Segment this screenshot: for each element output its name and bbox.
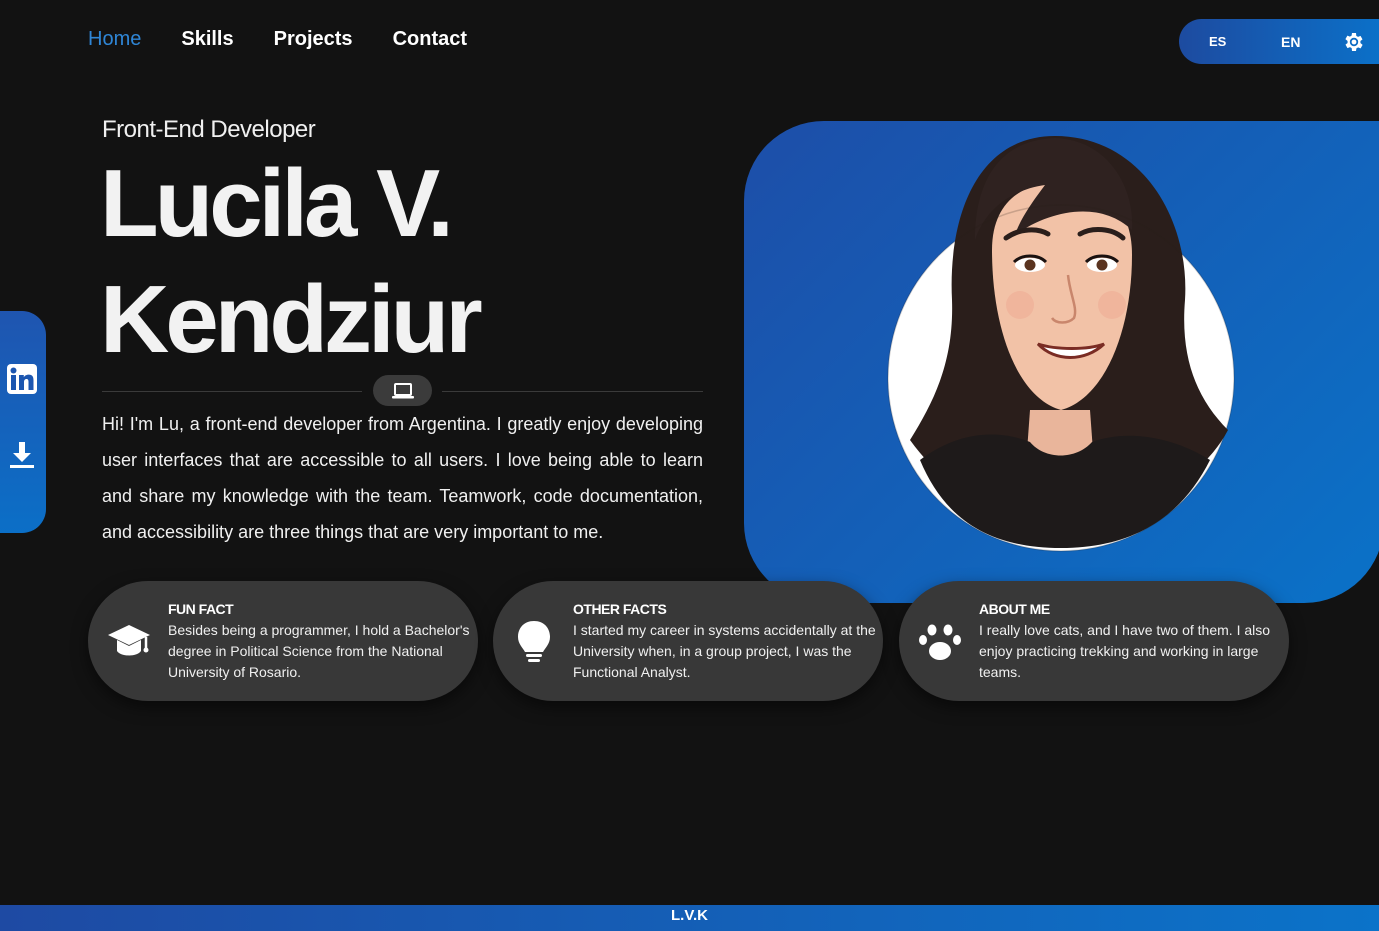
lang-en-button[interactable]: EN [1281, 34, 1300, 50]
nav-home[interactable]: Home [88, 28, 141, 51]
card-text: I really love cats, and I have two of th… [979, 622, 1271, 680]
card-title: ABOUT ME [979, 601, 1050, 617]
lang-es-button[interactable]: ES [1209, 34, 1226, 49]
divider-right [442, 391, 703, 392]
card-fun-fact: FUN FACT Besides being a programmer, I h… [88, 581, 478, 701]
divider-badge [373, 375, 432, 406]
social-sidebar [0, 311, 46, 533]
lightbulb-icon [518, 621, 550, 662]
card-other-facts: OTHER FACTS I started my career in syste… [493, 581, 883, 701]
graduation-cap-icon [108, 625, 150, 656]
card-title: OTHER FACTS [573, 601, 667, 617]
job-title: Front-End Developer [102, 116, 316, 143]
footer: L.V.K [0, 905, 1379, 931]
card-about-me: ABOUT ME I really love cats, and I have … [899, 581, 1289, 701]
avatar [887, 136, 1235, 552]
paw-icon [919, 624, 961, 660]
divider-left [102, 391, 362, 392]
gear-icon[interactable] [1341, 30, 1365, 54]
download-icon[interactable] [6, 439, 38, 471]
card-text: Besides being a programmer, I hold a Bac… [168, 622, 470, 680]
nav-projects[interactable]: Projects [274, 28, 353, 51]
nav-skills[interactable]: Skills [181, 28, 233, 51]
linkedin-icon[interactable] [6, 363, 38, 395]
footer-text: L.V.K [671, 907, 708, 924]
language-switcher: ES EN [1179, 19, 1379, 64]
main-nav: Home Skills Projects Contact [88, 28, 467, 51]
bio-text: Hi! I'm Lu, a front-end developer from A… [102, 414, 703, 542]
card-text: I started my career in systems accidenta… [573, 622, 876, 680]
laptop-icon [391, 382, 414, 398]
nav-contact[interactable]: Contact [393, 28, 467, 51]
name-line-1: Lucila V. [100, 150, 454, 257]
card-title: FUN FACT [168, 601, 234, 617]
name-line-2: Kendziur [100, 266, 483, 373]
